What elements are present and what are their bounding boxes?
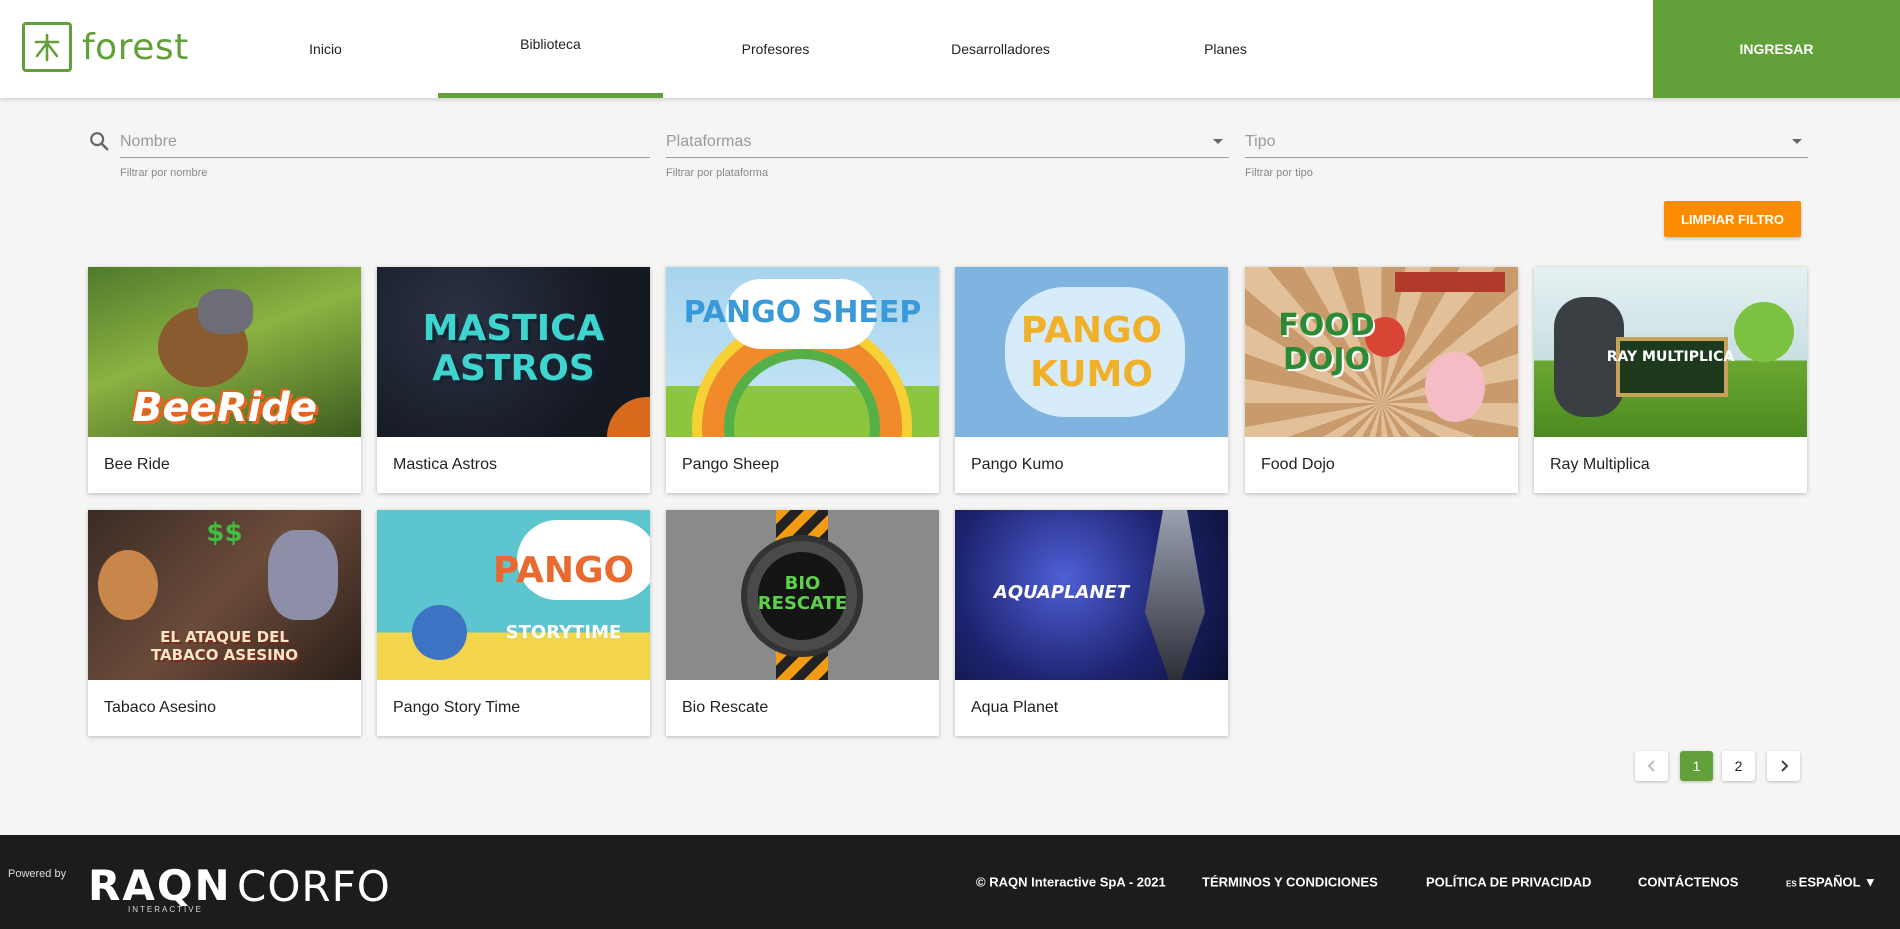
game-art-title-storytime: STORYTIME <box>505 622 622 643</box>
name-filter-hint: Filtrar por nombre <box>120 167 208 179</box>
game-art-title-pango: PANGO <box>492 550 635 591</box>
previous-page-button[interactable] <box>1635 751 1668 781</box>
page-button-1[interactable]: 1 <box>1680 751 1713 781</box>
game-art-title: EL ATAQUE DEL TABACO ASESINO <box>150 628 299 664</box>
nav-tab-planes[interactable]: Planes <box>1113 0 1338 98</box>
tree-logo-icon <box>22 22 72 72</box>
powered-by-label: Powered by <box>8 868 67 880</box>
name-filter-placeholder: Nombre <box>120 132 177 150</box>
game-card-food-dojo[interactable]: FOOD DOJO Food Dojo <box>1245 267 1518 493</box>
nav-tab-label: Biblioteca <box>520 35 581 52</box>
dollar-sign-icon: $$ <box>206 518 243 548</box>
nav-tab-label: Desarrolladores <box>951 41 1050 57</box>
platform-filter: Plataformas Filtrar por plataforma <box>666 126 1229 179</box>
game-card-pango-kumo[interactable]: PANGO KUMO Pango Kumo <box>955 267 1228 493</box>
nav-tab-label: Profesores <box>741 41 810 57</box>
game-thumbnail: BeeRide <box>88 267 361 437</box>
game-thumbnail: BIO RESCATE <box>666 510 939 680</box>
raqn-logo-subtitle: INTERACTIVE <box>128 905 203 914</box>
game-title: Pango Kumo <box>971 456 1064 473</box>
game-art-title: FOOD DOJO <box>1278 308 1375 377</box>
contact-link[interactable]: CONTÁCTENOS <box>1638 875 1738 890</box>
next-page-button[interactable] <box>1767 751 1800 781</box>
language-label: ESPAÑOL ▼ <box>1798 874 1877 890</box>
game-title: Aqua Planet <box>971 699 1059 716</box>
language-code: ES <box>1786 879 1797 889</box>
forest-logo[interactable]: forest <box>22 22 189 72</box>
game-thumbnail: MASTICA ASTROS <box>377 267 650 437</box>
game-art-title: MASTICA ASTROS <box>422 308 605 389</box>
corfo-logo: CORFO <box>237 862 391 911</box>
type-filter-hint: Filtrar por tipo <box>1245 167 1313 179</box>
nav-tab-inicio[interactable]: Inicio <box>213 0 438 98</box>
platform-filter-hint: Filtrar por plataforma <box>666 167 769 179</box>
copyright-text: © RAQN Interactive SpA - 2021 <box>976 874 1166 890</box>
type-filter: Tipo Filtrar por tipo <box>1245 126 1808 179</box>
game-art-title: AQUAPLANET <box>993 582 1130 603</box>
game-title: Pango Story Time <box>393 699 521 716</box>
logo-wordmark: forest <box>82 26 189 68</box>
language-selector[interactable]: ES ESPAÑOL ▼ <box>1786 875 1877 890</box>
privacy-link[interactable]: POLÍTICA DE PRIVACIDAD <box>1426 875 1591 890</box>
game-card-tabaco-asesino[interactable]: $$ EL ATAQUE DEL TABACO ASESINO Tabaco A… <box>88 510 361 736</box>
game-card-mastica-astros[interactable]: MASTICA ASTROS Mastica Astros <box>377 267 650 493</box>
game-thumbnail: $$ EL ATAQUE DEL TABACO ASESINO <box>88 510 361 680</box>
game-thumbnail: AQUAPLANET <box>955 510 1228 680</box>
platform-filter-select[interactable]: Plataformas <box>666 126 1229 158</box>
footer: Powered by RAQN INTERACTIVE CORFO © RAQN… <box>0 835 1900 929</box>
game-title: Food Dojo <box>1261 456 1335 473</box>
game-art-title: BeeRide <box>131 385 318 431</box>
game-thumbnail: PANGO STORYTIME <box>377 510 650 680</box>
raqn-logo: RAQN <box>88 861 232 910</box>
game-title: Bee Ride <box>104 456 170 473</box>
chevron-down-icon <box>1792 139 1802 144</box>
game-thumbnail: PANGO SHEEP <box>666 267 939 437</box>
game-art-title: PANGO SHEEP <box>683 295 922 330</box>
nav-tab-label: Planes <box>1204 41 1247 57</box>
game-art-title: PANGO KUMO <box>1020 310 1163 395</box>
game-thumbnail: RAY MULTIPLICA <box>1534 267 1807 437</box>
game-title: Mastica Astros <box>393 456 498 473</box>
game-card-bee-ride[interactable]: BeeRide Bee Ride <box>88 267 361 493</box>
terms-link[interactable]: TÉRMINOS Y CONDICIONES <box>1202 875 1378 890</box>
game-title: Bio Rescate <box>682 699 769 716</box>
nav-tab-label: Inicio <box>309 41 342 57</box>
page-button-2[interactable]: 2 <box>1722 751 1755 781</box>
nav-tab-profesores[interactable]: Profesores <box>663 0 888 98</box>
chevron-right-icon <box>1780 760 1788 772</box>
name-filter-input[interactable]: Nombre <box>120 126 650 158</box>
game-title: Pango Sheep <box>682 456 779 473</box>
type-filter-placeholder: Tipo <box>1245 132 1276 150</box>
top-nav-bar: forest Inicio Biblioteca Profesores Desa… <box>0 0 1900 98</box>
game-title: Ray Multiplica <box>1550 456 1650 473</box>
search-icon <box>90 132 109 151</box>
game-art-title: RAY MULTIPLICA <box>1606 349 1735 365</box>
nav-tab-biblioteca[interactable]: Biblioteca <box>438 0 663 98</box>
game-card-bio-rescate[interactable]: BIO RESCATE Bio Rescate <box>666 510 939 736</box>
game-card-pango-story-time[interactable]: PANGO STORYTIME Pango Story Time <box>377 510 650 736</box>
game-thumbnail: PANGO KUMO <box>955 267 1228 437</box>
chevron-down-icon <box>1213 139 1223 144</box>
nav-tab-desarrolladores[interactable]: Desarrolladores <box>888 0 1113 98</box>
clear-filter-button[interactable]: LIMPIAR FILTRO <box>1664 201 1801 237</box>
game-card-aqua-planet[interactable]: AQUAPLANET Aqua Planet <box>955 510 1228 736</box>
game-art-title: BIO RESCATE <box>757 573 848 614</box>
type-filter-select[interactable]: Tipo <box>1245 126 1808 158</box>
game-card-pango-sheep[interactable]: PANGO SHEEP Pango Sheep <box>666 267 939 493</box>
login-button[interactable]: INGRESAR <box>1653 0 1900 98</box>
name-filter: Nombre Filtrar por nombre <box>120 126 650 179</box>
game-thumbnail: FOOD DOJO <box>1245 267 1518 437</box>
game-title: Tabaco Asesino <box>104 699 217 716</box>
game-card-ray-multiplica[interactable]: RAY MULTIPLICA Ray Multiplica <box>1534 267 1807 493</box>
chevron-left-icon <box>1647 760 1655 772</box>
platform-filter-placeholder: Plataformas <box>666 132 752 150</box>
